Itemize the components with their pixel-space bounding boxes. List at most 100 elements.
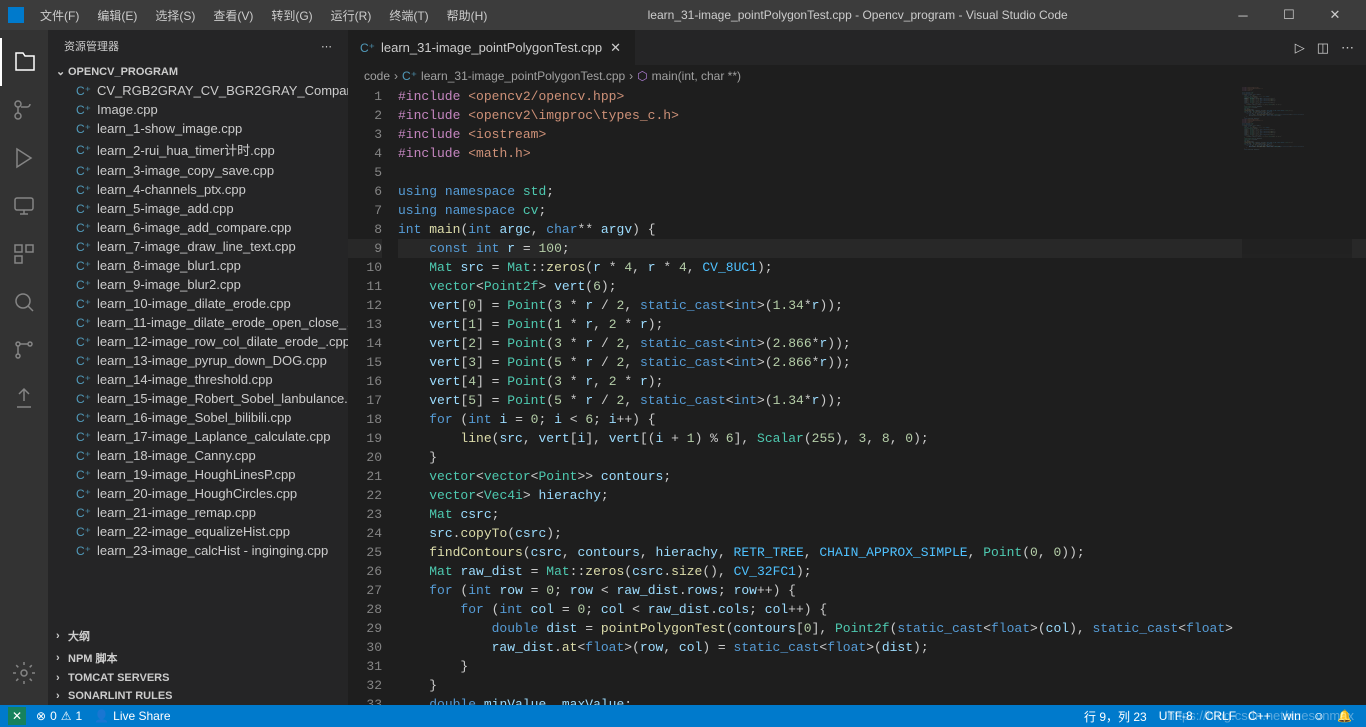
cpp-file-icon: C⁺ [76, 487, 91, 501]
file-item[interactable]: C⁺learn_14-image_threshold.cpp [48, 370, 348, 389]
chevron-right-icon: › [56, 630, 64, 642]
file-label: learn_19-image_HoughLinesP.cpp [97, 467, 296, 482]
window-controls: ─ ☐ ✕ [1220, 0, 1358, 30]
close-icon[interactable]: ✕ [608, 38, 623, 58]
file-label: learn_17-image_Laplance_calculate.cpp [97, 429, 330, 444]
sidebar-section[interactable]: ›TOMCAT SERVERS [48, 669, 348, 687]
section-label: 大纲 [68, 628, 90, 644]
run-debug-icon[interactable] [0, 134, 48, 182]
file-item[interactable]: C⁺learn_4-channels_ptx.cpp [48, 180, 348, 199]
remote-indicator[interactable]: ✕ [8, 707, 26, 725]
settings-gear-icon[interactable] [0, 649, 48, 697]
code-editor[interactable]: 1234567891011121314151617181920212223242… [348, 87, 1366, 705]
win-status[interactable]: win [1277, 708, 1307, 725]
split-editor-icon[interactable]: ◫ [1317, 40, 1329, 56]
file-item[interactable]: C⁺learn_20-image_HoughCircles.cpp [48, 484, 348, 503]
file-item[interactable]: C⁺learn_13-image_pyrup_down_DOG.cpp [48, 351, 348, 370]
explorer-icon[interactable] [0, 38, 48, 86]
breadcrumb[interactable]: code › C⁺ learn_31-image_pointPolygonTes… [348, 65, 1366, 87]
file-item[interactable]: C⁺learn_16-image_Sobel_bilibili.cpp [48, 408, 348, 427]
feedback-icon[interactable]: ☺ [1307, 708, 1331, 725]
file-item[interactable]: C⁺learn_21-image_remap.cpp [48, 503, 348, 522]
breadcrumb-symbol[interactable]: main(int, char **) [652, 69, 741, 83]
menu-item[interactable]: 终端(T) [381, 3, 436, 28]
file-item[interactable]: C⁺learn_9-image_blur2.cpp [48, 275, 348, 294]
file-item[interactable]: C⁺learn_15-image_Robert_Sobel_lanbulance… [48, 389, 348, 408]
editor-area: C⁺ learn_31-image_pointPolygonTest.cpp ✕… [348, 30, 1366, 705]
file-item[interactable]: C⁺learn_8-image_blur1.cpp [48, 256, 348, 275]
file-item[interactable]: C⁺learn_6-image_add_compare.cpp [48, 218, 348, 237]
remote-icon[interactable] [0, 182, 48, 230]
tab-active[interactable]: C⁺ learn_31-image_pointPolygonTest.cpp ✕ [348, 30, 636, 65]
code-content[interactable]: #include <opencv2/opencv.hpp>#include <o… [398, 87, 1366, 705]
tabs-row: C⁺ learn_31-image_pointPolygonTest.cpp ✕… [348, 30, 1366, 65]
run-icon[interactable]: ▷ [1295, 40, 1305, 56]
more-icon[interactable]: ⋯ [321, 40, 332, 53]
function-icon: ⬡ [637, 69, 647, 83]
file-item[interactable]: C⁺learn_2-rui_hua_timer计时.cpp [48, 138, 348, 161]
chevron-right-icon: › [629, 69, 633, 83]
problems-status[interactable]: ⊗0 ⚠1 [30, 709, 88, 723]
chevron-right-icon: › [56, 672, 64, 684]
menu-item[interactable]: 文件(F) [32, 3, 87, 28]
cursor-position[interactable]: 行 9，列 23 [1078, 708, 1153, 725]
file-item[interactable]: C⁺learn_19-image_HoughLinesP.cpp [48, 465, 348, 484]
search-icon[interactable] [0, 278, 48, 326]
file-item[interactable]: C⁺learn_3-image_copy_save.cpp [48, 161, 348, 180]
file-label: learn_5-image_add.cpp [97, 201, 234, 216]
menu-item[interactable]: 转到(G) [263, 3, 320, 28]
extensions-icon[interactable] [0, 230, 48, 278]
cpp-file-icon: C⁺ [402, 69, 417, 83]
file-item[interactable]: C⁺learn_5-image_add.cpp [48, 199, 348, 218]
project-root[interactable]: ⌄ OPENCV_PROGRAM [48, 62, 348, 81]
file-list: C⁺CV_RGB2GRAY_CV_BGR2GRAY_Compare.cppC⁺I… [48, 81, 348, 625]
source-control-icon[interactable] [0, 86, 48, 134]
cpp-file-icon: C⁺ [76, 164, 91, 178]
statusbar: ✕ ⊗0 ⚠1 👤 Live Share 行 9，列 23 UTF-8 CRLF… [0, 705, 1366, 727]
cpp-file-icon: C⁺ [76, 143, 91, 157]
share-icon[interactable] [0, 374, 48, 422]
file-item[interactable]: C⁺learn_23-image_calcHist - inginging.cp… [48, 541, 348, 560]
file-item[interactable]: C⁺learn_22-image_equalizeHist.cpp [48, 522, 348, 541]
maximize-button[interactable]: ☐ [1266, 0, 1312, 30]
language-status[interactable]: C++ [1242, 708, 1277, 725]
file-item[interactable]: C⁺learn_1-show_image.cpp [48, 119, 348, 138]
file-item[interactable]: C⁺learn_18-image_Canny.cpp [48, 446, 348, 465]
notifications-icon[interactable]: 🔔 [1331, 708, 1358, 725]
project-name: OPENCV_PROGRAM [68, 66, 178, 78]
cpp-file-icon: C⁺ [76, 221, 91, 235]
more-actions-icon[interactable]: ⋯ [1341, 40, 1354, 56]
file-label: learn_22-image_equalizeHist.cpp [97, 524, 290, 539]
menu-item[interactable]: 运行(R) [323, 3, 380, 28]
sidebar-section[interactable]: ›NPM 脚本 [48, 647, 348, 669]
file-item[interactable]: C⁺learn_7-image_draw_line_text.cpp [48, 237, 348, 256]
menu-item[interactable]: 选择(S) [147, 3, 203, 28]
liveshare-status[interactable]: 👤 Live Share [88, 709, 176, 723]
file-item[interactable]: C⁺CV_RGB2GRAY_CV_BGR2GRAY_Compare.cpp [48, 81, 348, 100]
breadcrumb-file[interactable]: learn_31-image_pointPolygonTest.cpp [421, 69, 625, 83]
file-item[interactable]: C⁺Image.cpp [48, 100, 348, 119]
encoding-status[interactable]: UTF-8 [1153, 708, 1199, 725]
menu-item[interactable]: 帮助(H) [439, 3, 496, 28]
sidebar-section[interactable]: › 大纲 [48, 625, 348, 647]
eol-status[interactable]: CRLF [1199, 708, 1242, 725]
file-item[interactable]: C⁺learn_11-image_dilate_erode_open_close… [48, 313, 348, 332]
file-item[interactable]: C⁺learn_17-image_Laplance_calculate.cpp [48, 427, 348, 446]
file-item[interactable]: C⁺learn_12-image_row_col_dilate_erode_.c… [48, 332, 348, 351]
minimap[interactable]: #include <opencv2/opencv.hpp>#include <o… [1242, 87, 1352, 705]
minimize-button[interactable]: ─ [1220, 0, 1266, 30]
sidebar-section[interactable]: ›SONARLINT RULES [48, 687, 348, 705]
editor-actions: ▷ ◫ ⋯ [1283, 40, 1366, 56]
close-button[interactable]: ✕ [1312, 0, 1358, 30]
cpp-file-icon: C⁺ [360, 41, 375, 55]
breadcrumb-root[interactable]: code [364, 69, 390, 83]
file-label: learn_21-image_remap.cpp [97, 505, 256, 520]
section-label: NPM 脚本 [68, 650, 118, 666]
menu-item[interactable]: 编辑(E) [89, 3, 145, 28]
file-item[interactable]: C⁺learn_10-image_dilate_erode.cpp [48, 294, 348, 313]
file-label: learn_10-image_dilate_erode.cpp [97, 296, 291, 311]
git-graph-icon[interactable] [0, 326, 48, 374]
cpp-file-icon: C⁺ [76, 544, 91, 558]
file-label: Image.cpp [97, 102, 158, 117]
menu-item[interactable]: 查看(V) [205, 3, 261, 28]
